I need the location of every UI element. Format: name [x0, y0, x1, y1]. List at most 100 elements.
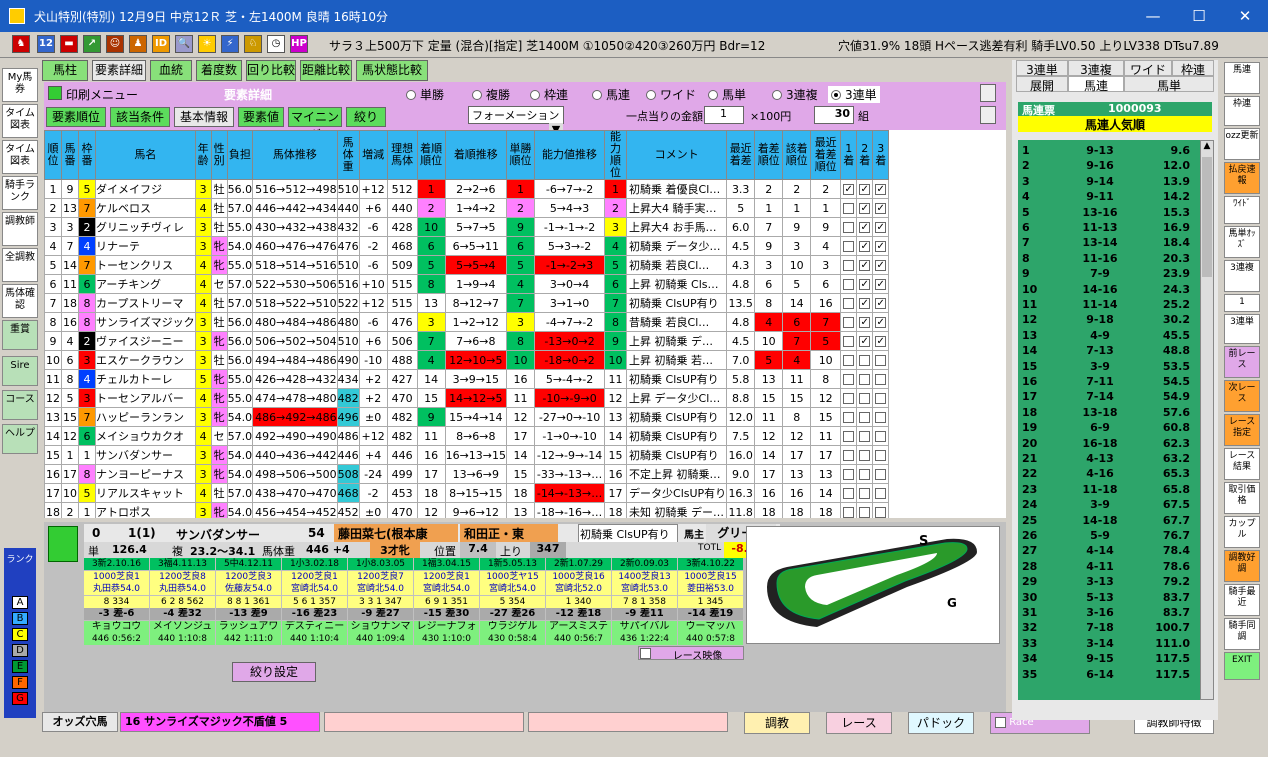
checkbox-2-place[interactable]	[859, 393, 871, 404]
col-header-19[interactable]: 該着順位	[782, 130, 812, 180]
checkbox-1-place[interactable]	[843, 203, 855, 214]
table-row[interactable]: 9 4 2 ヴァイスジーニー 3 牝 56.0 506→502→504 510 +6 506 7 7→6…	[44, 331, 890, 351]
odds-row[interactable]: 26 5-9 76.7	[1018, 529, 1200, 543]
odds-scrollbar[interactable]: ▲	[1200, 140, 1214, 700]
right-nav-13[interactable]: 取引価格	[1224, 482, 1260, 514]
tab-4[interactable]: 回り比較	[246, 60, 296, 81]
odds-tab-4[interactable]: 展開	[1016, 76, 1068, 93]
checkbox-3-place[interactable]: ✓	[875, 184, 887, 195]
col-header-1[interactable]: 馬番	[61, 130, 79, 180]
video-checkbox[interactable]	[640, 648, 651, 659]
table-row[interactable]: 5 14 7 トーセンクリス 4 牝 55.0 518→514→516 510 -6 509 5 5→5…	[44, 255, 890, 275]
clock-icon[interactable]: ◷	[267, 35, 285, 53]
past-race-6[interactable]: 1新5.05.13 1000芝ヤ15 宮崎北54.0 5 354 -27 差26 ウラジゲ…	[480, 558, 545, 646]
table-row[interactable]: 13 15 7 ハッピーランラン 3 牝 54.0 486→492→486 496 ±0 482 9 1…	[44, 407, 890, 427]
col-header-21[interactable]: 1着	[840, 130, 858, 180]
left-nav-item-3[interactable]: 騎手ランク	[2, 176, 38, 210]
cell-3着[interactable]	[872, 445, 890, 465]
panel-btn-2[interactable]: 基本情報	[174, 107, 234, 127]
cell-2着[interactable]: ✓	[856, 274, 874, 294]
left-nav-item-5[interactable]: 全調教	[2, 248, 38, 282]
checkbox-3-place[interactable]	[875, 469, 887, 480]
odds-row[interactable]: 18 13-18 57.6	[1018, 406, 1200, 420]
right-nav-5[interactable]: 馬単ｵｯｽﾞ	[1224, 226, 1260, 258]
cell-1着[interactable]	[840, 255, 858, 275]
odds-row[interactable]: 7 13-14 18.4	[1018, 236, 1200, 250]
odds-row[interactable]: 5 13-16 15.3	[1018, 206, 1200, 220]
odds-row[interactable]: 17 7-14 54.9	[1018, 390, 1200, 404]
odds-row[interactable]: 3 9-14 13.9	[1018, 175, 1200, 189]
rank-item-F[interactable]: F	[12, 676, 28, 689]
horse-icon[interactable]: ♞	[12, 35, 30, 53]
col-header-6[interactable]: 負担	[226, 130, 254, 180]
cell-2着[interactable]: ✓	[856, 331, 874, 351]
rank-item-D[interactable]: D	[12, 644, 28, 657]
checkbox-1-place[interactable]	[843, 355, 855, 366]
checkbox-1-place[interactable]: ✓	[843, 184, 855, 195]
print-menu[interactable]: 印刷メニュー	[66, 86, 138, 103]
odds-row[interactable]: 4 9-11 14.2	[1018, 190, 1200, 204]
right-nav-2[interactable]: ozz更新	[1224, 128, 1260, 160]
right-nav-14[interactable]: カップル	[1224, 516, 1260, 548]
radio-0[interactable]: 単勝	[406, 86, 444, 103]
col-header-20[interactable]: 最近着差順位	[810, 130, 842, 180]
checkbox-1-place[interactable]	[843, 412, 855, 423]
table-row[interactable]: 15 1 1 サンバダンサー 3 牝 54.0 440→436→442 446 +4 446 16 16…	[44, 445, 890, 465]
radio-dot[interactable]	[708, 90, 718, 100]
radio-dot[interactable]	[646, 90, 656, 100]
past-race-0[interactable]: 3新2.10.16 1000芝良1 丸田恭54.0 8 334 -3 差-6 キョウコウ 4…	[84, 558, 149, 646]
checkbox-2-place[interactable]: ✓	[859, 336, 871, 347]
table-row[interactable]: 1 9 5 ダイメイフジ 3 牡 56.0 516→512→498 510 +12 512 1 2→2→…	[44, 179, 890, 199]
cell-1着[interactable]	[840, 198, 858, 218]
checkbox-3-place[interactable]	[875, 488, 887, 499]
odds-row[interactable]: 1 9-13 9.6	[1018, 144, 1200, 158]
training-button[interactable]: 調教	[744, 712, 810, 734]
past-race-5[interactable]: 1福3.04.15 1200芝良1 宮崎北54.0 6 9 1 351 -15 差30 レ…	[414, 558, 479, 646]
checkbox-2-place[interactable]	[859, 450, 871, 461]
table-row[interactable]: 12 5 3 トーセンアルバー 4 牝 55.0 474→478→480 482 +2 470 15 1…	[44, 388, 890, 408]
col-header-23[interactable]: 3着	[872, 130, 890, 180]
cell-3着[interactable]: ✓	[872, 198, 890, 218]
cell-1着[interactable]	[840, 293, 858, 313]
left-nav-item-8[interactable]: Sire	[2, 356, 38, 386]
col-header-12[interactable]: 着順推移	[444, 130, 508, 180]
panel-btn-0[interactable]: 要素順位	[46, 107, 106, 127]
table-row[interactable]: 4 7 4 リナーテ 3 牝 54.0 460→476→476 476 -2 468 6 6→5→11 6…	[44, 236, 890, 256]
checkbox-2-place[interactable]: ✓	[859, 203, 871, 214]
maximize-button[interactable]: ☐	[1176, 0, 1222, 32]
checkbox-1-place[interactable]	[843, 241, 855, 252]
race-button[interactable]: レース	[826, 712, 892, 734]
cell-3着[interactable]	[872, 388, 890, 408]
odds-tab-5[interactable]: 馬連	[1068, 76, 1124, 93]
tab-5[interactable]: 距離比較	[300, 60, 352, 81]
cell-3着[interactable]	[872, 369, 890, 389]
cell-2着[interactable]: ✓	[856, 236, 874, 256]
tab-2[interactable]: 血統	[150, 60, 192, 81]
col-header-3[interactable]: 馬名	[95, 130, 196, 180]
cell-3着[interactable]	[872, 426, 890, 446]
checkbox-3-place[interactable]	[875, 355, 887, 366]
radio-dot[interactable]	[406, 90, 416, 100]
left-nav-item-9[interactable]: コース	[2, 390, 38, 420]
cell-3着[interactable]: ✓	[872, 312, 890, 332]
checkbox-2-place[interactable]	[859, 374, 871, 385]
cell-1着[interactable]	[840, 407, 858, 427]
calendar-icon[interactable]: 12	[37, 35, 55, 53]
cell-2着[interactable]: ✓	[856, 312, 874, 332]
left-nav-item-4[interactable]: 調教師	[2, 212, 38, 246]
rank-item-G[interactable]: G	[12, 692, 28, 705]
past-race-4[interactable]: 1小8.03.05 1200芝良7 宮崎北54.0 3 3 1 347 -9 差27 ショ…	[348, 558, 413, 646]
checkbox-3-place[interactable]	[875, 450, 887, 461]
cell-2着[interactable]: ✓	[856, 217, 874, 237]
checkbox-3-place[interactable]	[875, 507, 887, 518]
col-header-18[interactable]: 着差順位	[754, 130, 784, 180]
radio-dot[interactable]	[592, 90, 602, 100]
cell-1着[interactable]	[840, 274, 858, 294]
flag-icon[interactable]: ▬	[60, 35, 78, 53]
radio-2[interactable]: 枠連	[530, 86, 568, 103]
odds-row[interactable]: 12 9-18 30.2	[1018, 313, 1200, 327]
lightning-icon[interactable]: ⚡	[221, 35, 239, 53]
table-row[interactable]: 14 12 6 メイショウカクオ 4 セ 57.0 492→490→490 486 +12 482 1…	[44, 426, 890, 446]
odds-row[interactable]: 15 3-9 53.5	[1018, 360, 1200, 374]
checkbox-3-place[interactable]: ✓	[875, 260, 887, 271]
